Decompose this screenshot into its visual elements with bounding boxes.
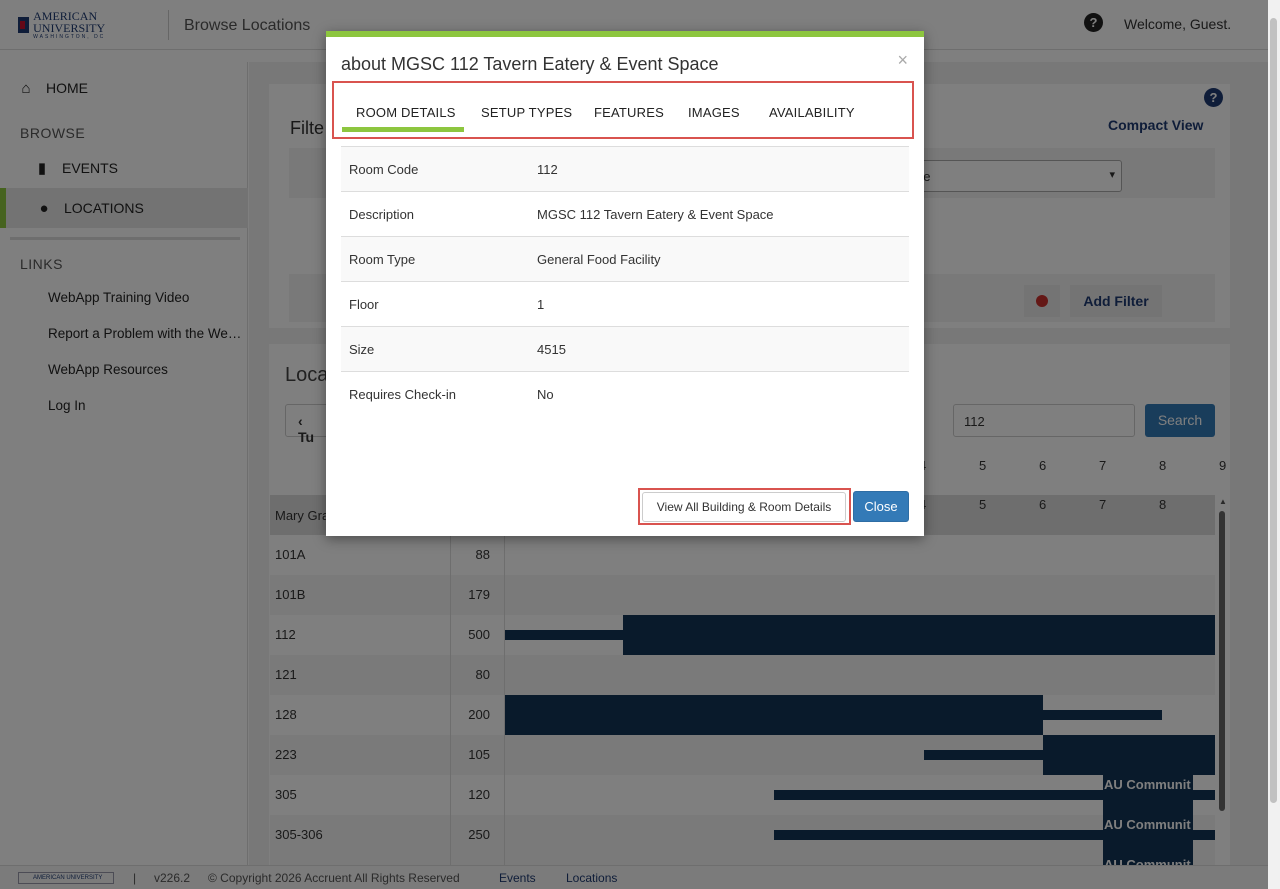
detail-key: Requires Check-in: [349, 387, 456, 402]
detail-key: Size: [349, 342, 375, 357]
tab-room-details[interactable]: ROOM DETAILS: [356, 105, 456, 120]
modal-title: about MGSC 112 Tavern Eatery & Event Spa…: [341, 54, 719, 74]
detail-value: 4515: [537, 342, 566, 357]
tab-features[interactable]: FEATURES: [594, 105, 664, 120]
detail-value: 112: [537, 162, 558, 177]
page-scroll-thumb[interactable]: [1270, 18, 1277, 803]
close-icon[interactable]: ×: [897, 50, 908, 71]
room-details-table: Room Code 112 Description MGSC 112 Tavern …: [341, 146, 909, 416]
view-all-details-button[interactable]: View All Building & Room Details: [642, 492, 846, 522]
room-details-modal: about MGSC 112 Tavern Eatery & Event Spa…: [326, 31, 924, 536]
detail-value: MGSC 112 Tavern Eatery & Event Space: [537, 207, 774, 222]
tabs-highlight: ROOM DETAILS SETUP TYPES FEATURES IMAGES…: [332, 81, 914, 139]
detail-row: Requires Check-in No: [341, 371, 909, 416]
detail-row: Room Type General Food Facility: [341, 236, 909, 281]
close-button[interactable]: Close: [853, 491, 909, 522]
detail-key: Description: [349, 207, 415, 222]
active-tab-indicator: [342, 127, 464, 132]
tab-images[interactable]: IMAGES: [688, 105, 740, 120]
detail-value: 1: [537, 297, 545, 312]
detail-value: No: [537, 387, 554, 402]
detail-row: Description MGSC 112 Tavern Eatery & Even…: [341, 191, 909, 236]
detail-key: Room Type: [349, 252, 416, 267]
detail-key: Floor: [349, 297, 379, 312]
tab-availability[interactable]: AVAILABILITY: [769, 105, 855, 120]
tab-setup-types[interactable]: SETUP TYPES: [481, 105, 572, 120]
detail-key: Room Code: [349, 162, 419, 177]
detail-row: Room Code 112: [341, 146, 909, 191]
detail-row: Size 4515: [341, 326, 909, 371]
detail-value: General Food Facility: [537, 252, 661, 267]
detail-row: Floor 1: [341, 281, 909, 326]
page-scrollbar[interactable]: [1268, 0, 1280, 889]
